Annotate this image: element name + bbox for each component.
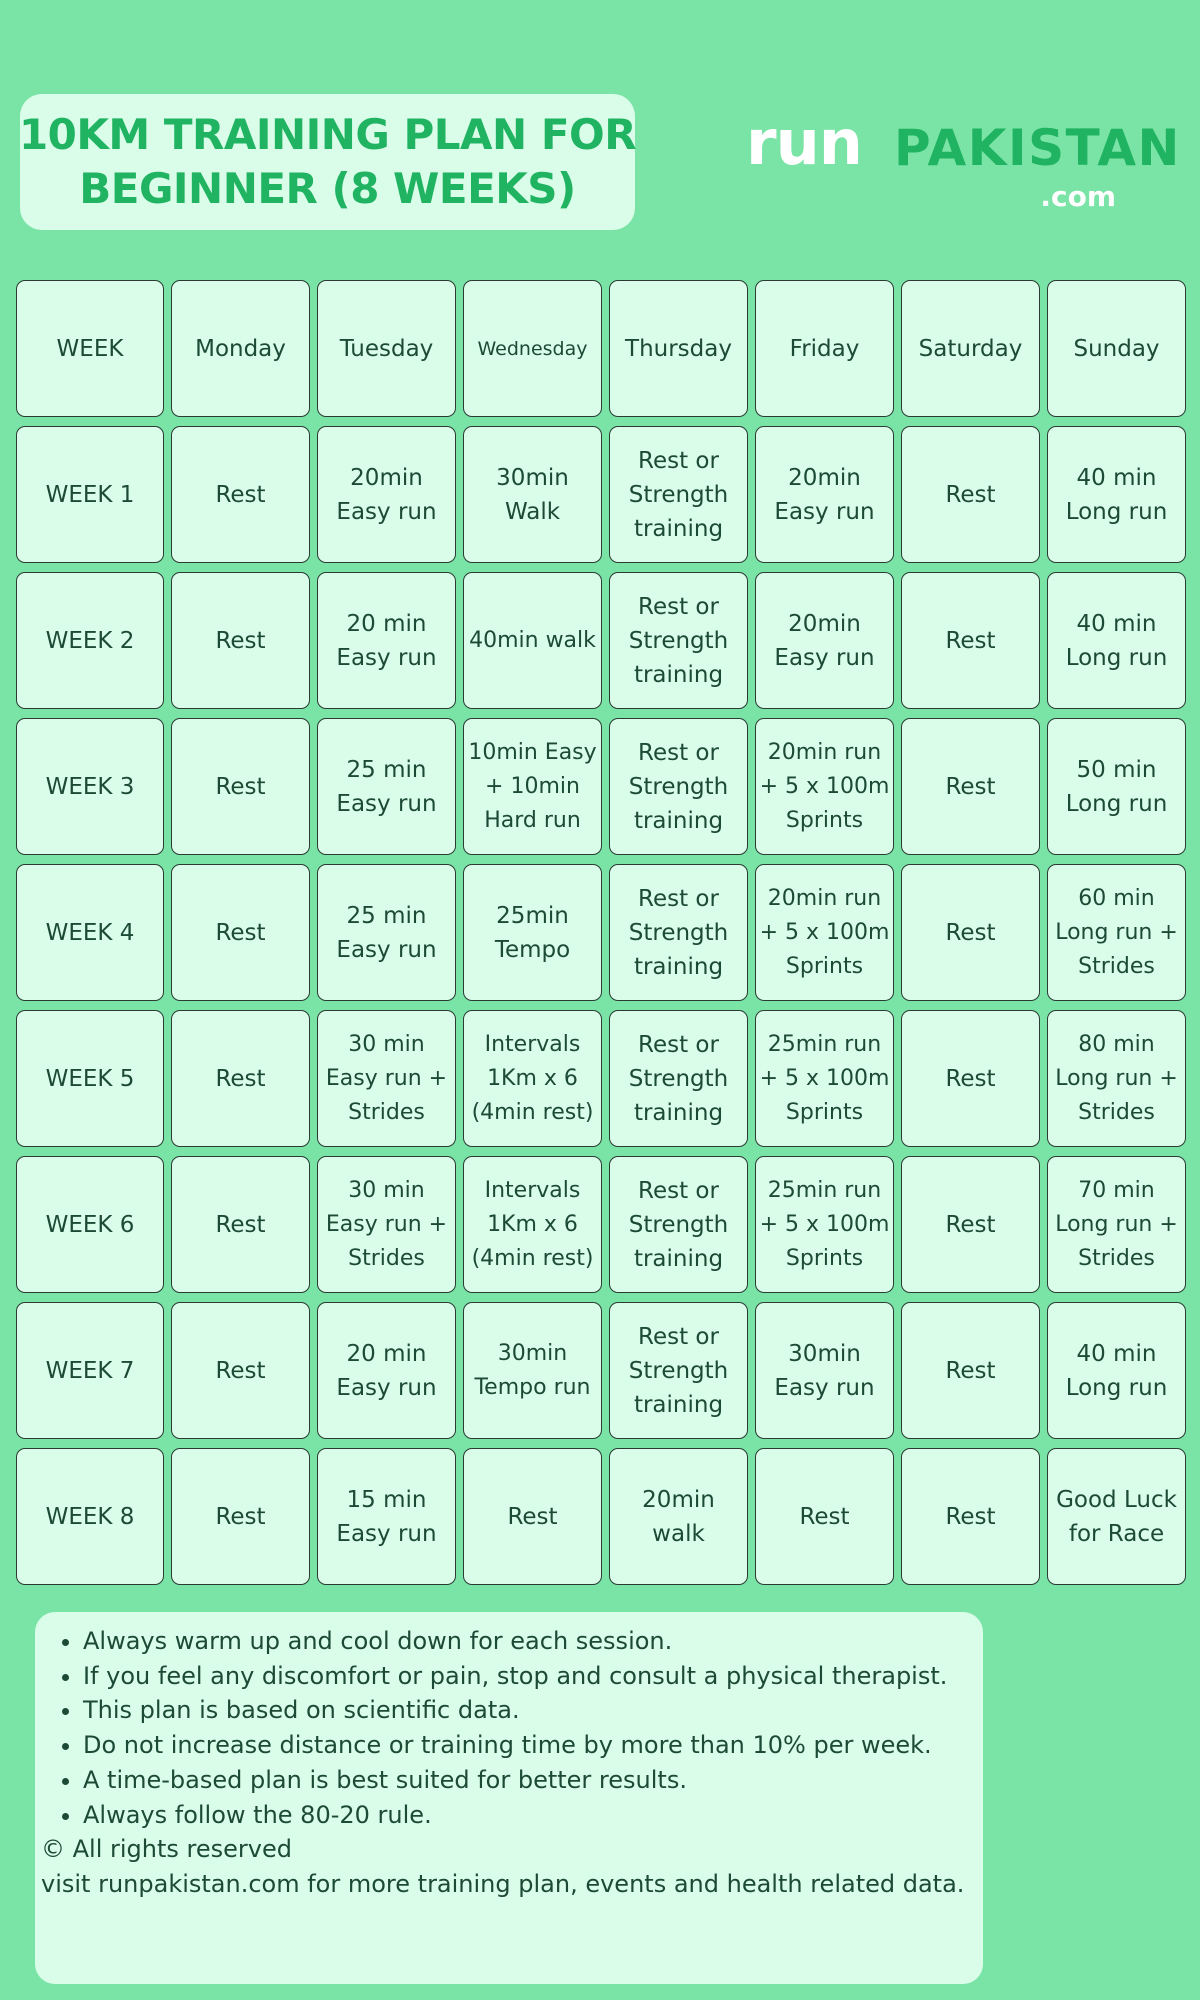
- workout-cell: Good Luck for Race: [1047, 1448, 1186, 1585]
- week-label-cell: WEEK 8: [16, 1448, 164, 1585]
- workout-cell: Rest: [171, 426, 310, 563]
- workout-cell: 20 min Easy run: [317, 572, 456, 709]
- workout-cell: Rest: [755, 1448, 894, 1585]
- header-cell-sunday: Sunday: [1047, 280, 1186, 417]
- runpakistan-logo: run PAKISTAN .com: [746, 106, 1179, 218]
- notes-list: Always warm up and cool down for each se…: [41, 1624, 983, 1832]
- visit-text: visit runpakistan.com for more training …: [41, 1869, 965, 1898]
- workout-cell: 10min Easy + 10min Hard run: [463, 718, 602, 855]
- workout-cell: Rest: [171, 572, 310, 709]
- header-cell-friday: Friday: [755, 280, 894, 417]
- copyright-text: © All rights reserved: [41, 1835, 292, 1864]
- note-item: Do not increase distance or training tim…: [83, 1728, 983, 1763]
- workout-cell: Rest or Strength training: [609, 718, 748, 855]
- title-box: 10KM TRAINING PLAN FOR BEGINNER (8 WEEKS…: [18, 94, 637, 230]
- header-cell-wednesday: Wednesday: [463, 280, 602, 417]
- note-item: If you feel any discomfort or pain, stop…: [83, 1659, 983, 1694]
- title-line-1: 10KM TRAINING PLAN FOR: [18, 110, 637, 159]
- workout-cell: Rest: [171, 1448, 310, 1585]
- workout-cell: Rest: [901, 718, 1040, 855]
- workout-cell: 25 min Easy run: [317, 864, 456, 1001]
- workout-cell: Rest: [171, 1156, 310, 1293]
- workout-cell: Rest: [171, 864, 310, 1001]
- logo-run-text: run: [746, 106, 863, 179]
- workout-cell: Rest or Strength training: [609, 426, 748, 563]
- workout-cell: 30 min Easy run + Strides: [317, 1010, 456, 1147]
- note-item: A time-based plan is best suited for bet…: [83, 1763, 983, 1798]
- workout-cell: 20min walk: [609, 1448, 748, 1585]
- header-cell-thursday: Thursday: [609, 280, 748, 417]
- workout-cell: 40 min Long run: [1047, 572, 1186, 709]
- note-item: Always follow the 80-20 rule.: [83, 1798, 983, 1833]
- workout-cell: Rest or Strength training: [609, 572, 748, 709]
- header-cell-tuesday: Tuesday: [317, 280, 456, 417]
- workout-cell: Rest or Strength training: [609, 1302, 748, 1439]
- header-cell-week: WEEK: [16, 280, 164, 417]
- header-cell-saturday: Saturday: [901, 280, 1040, 417]
- workout-cell: Rest: [171, 1010, 310, 1147]
- workout-cell: 30 min Easy run + Strides: [317, 1156, 456, 1293]
- title-line-2: BEGINNER (8 WEEKS): [79, 164, 576, 213]
- workout-cell: 25min run + 5 x 100m Sprints: [755, 1010, 894, 1147]
- workout-cell: Rest: [901, 426, 1040, 563]
- workout-cell: Rest: [901, 1448, 1040, 1585]
- note-item: Always warm up and cool down for each se…: [83, 1624, 983, 1659]
- workout-cell: 20min run + 5 x 100m Sprints: [755, 718, 894, 855]
- workout-cell: 40 min Long run: [1047, 1302, 1186, 1439]
- week-label-cell: WEEK 2: [16, 572, 164, 709]
- workout-cell: 15 min Easy run: [317, 1448, 456, 1585]
- week-label-cell: WEEK 4: [16, 864, 164, 1001]
- training-plan-table: WEEK Monday Tuesday Wednesday Thursday F…: [16, 280, 1186, 1592]
- workout-cell: 20min Easy run: [755, 572, 894, 709]
- workout-cell: 30min Easy run: [755, 1302, 894, 1439]
- workout-cell: 50 min Long run: [1047, 718, 1186, 855]
- notes-box: Always warm up and cool down for each se…: [35, 1612, 983, 1984]
- workout-cell: Rest: [171, 1302, 310, 1439]
- logo-pakistan-text: PAKISTAN: [894, 119, 1181, 177]
- logo-com-text: .com: [1040, 180, 1116, 213]
- week-label-cell: WEEK 5: [16, 1010, 164, 1147]
- workout-cell: Rest or Strength training: [609, 1156, 748, 1293]
- note-item: This plan is based on scientific data.: [83, 1693, 983, 1728]
- header-cell-monday: Monday: [171, 280, 310, 417]
- workout-cell: Rest: [901, 1156, 1040, 1293]
- workout-cell: 30min Tempo run: [463, 1302, 602, 1439]
- workout-cell: Rest: [171, 718, 310, 855]
- workout-cell: Rest: [901, 572, 1040, 709]
- workout-cell: Rest: [901, 1010, 1040, 1147]
- workout-cell: 25min Tempo: [463, 864, 602, 1001]
- workout-cell: Rest or Strength training: [609, 864, 748, 1001]
- week-label-cell: WEEK 7: [16, 1302, 164, 1439]
- workout-cell: 20min run + 5 x 100m Sprints: [755, 864, 894, 1001]
- workout-cell: 60 min Long run + Strides: [1047, 864, 1186, 1001]
- workout-cell: Rest: [901, 1302, 1040, 1439]
- workout-cell: 20min Easy run: [755, 426, 894, 563]
- workout-cell: 25 min Easy run: [317, 718, 456, 855]
- workout-cell: 80 min Long run + Strides: [1047, 1010, 1186, 1147]
- workout-cell: Rest: [901, 864, 1040, 1001]
- workout-cell: 70 min Long run + Strides: [1047, 1156, 1186, 1293]
- week-label-cell: WEEK 1: [16, 426, 164, 563]
- workout-cell: Intervals 1Km x 6 (4min rest): [463, 1010, 602, 1147]
- workout-cell: 25min run + 5 x 100m Sprints: [755, 1156, 894, 1293]
- workout-cell: 30min Walk: [463, 426, 602, 563]
- workout-cell: 40 min Long run: [1047, 426, 1186, 563]
- workout-cell: 20min Easy run: [317, 426, 456, 563]
- workout-cell: 20 min Easy run: [317, 1302, 456, 1439]
- week-label-cell: WEEK 6: [16, 1156, 164, 1293]
- workout-cell: Intervals 1Km x 6 (4min rest): [463, 1156, 602, 1293]
- week-label-cell: WEEK 3: [16, 718, 164, 855]
- workout-cell: Rest or Strength training: [609, 1010, 748, 1147]
- workout-cell: Rest: [463, 1448, 602, 1585]
- workout-cell: 40min walk: [463, 572, 602, 709]
